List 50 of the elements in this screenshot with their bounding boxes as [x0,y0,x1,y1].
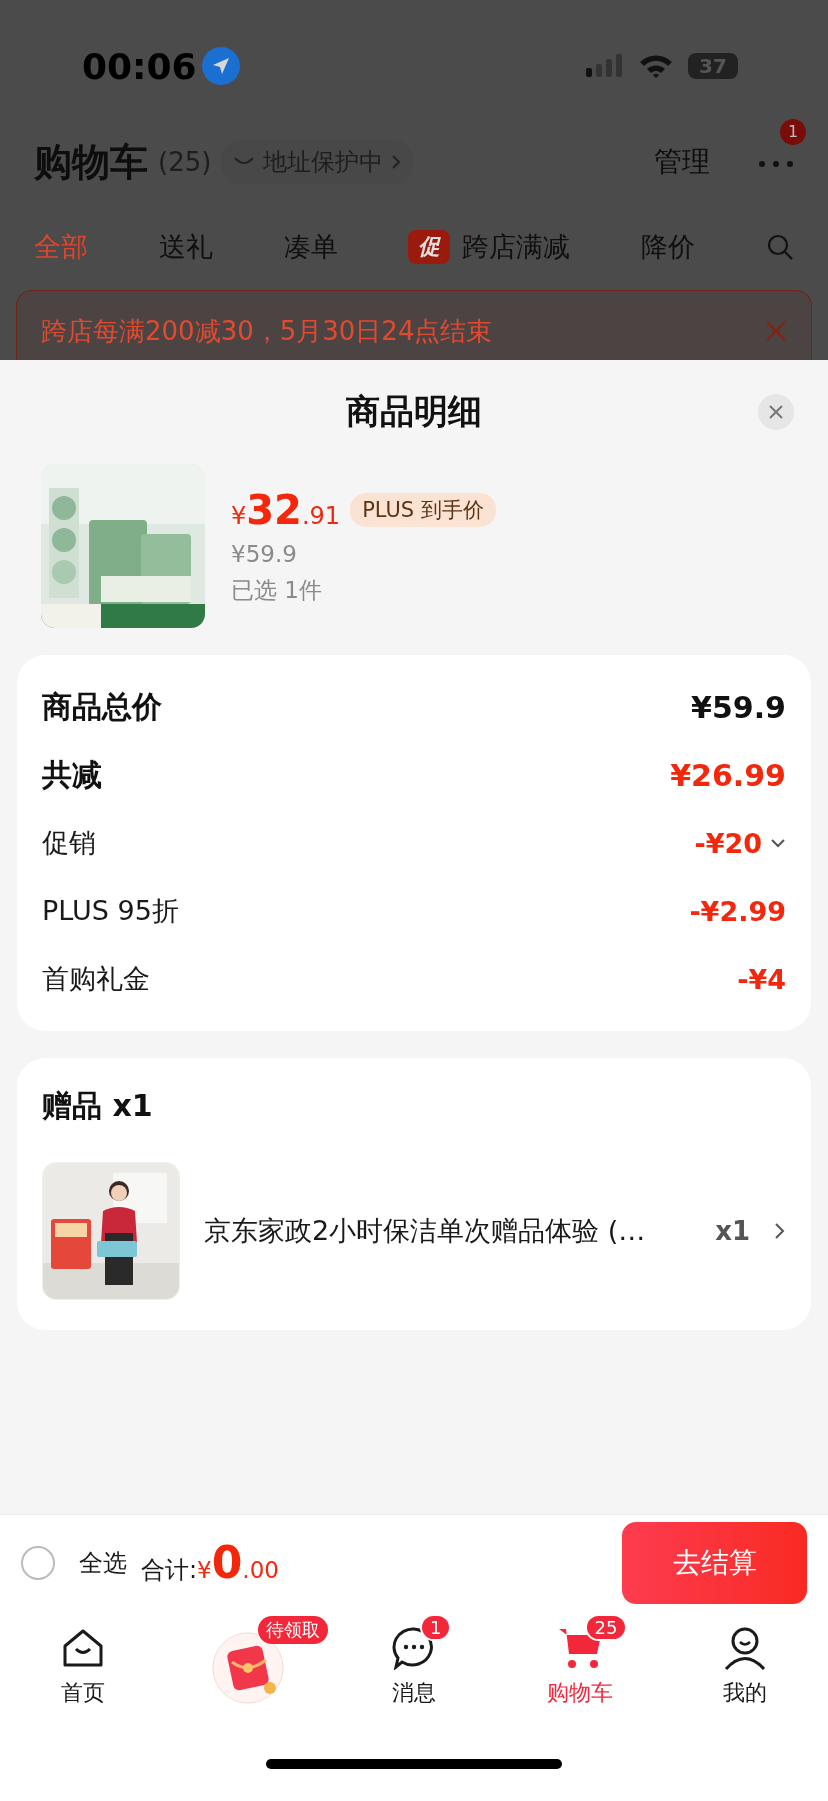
summary-value: -¥2.99 [689,895,786,927]
gift-quantity: x1 [715,1216,750,1246]
total-price: 合计:¥0.00 [141,1537,279,1588]
chevron-right-icon [391,154,402,170]
count-badge: 1 [420,1614,452,1641]
select-all-label: 全选 [79,1547,127,1579]
home-indicator[interactable] [266,1758,562,1769]
more-icon[interactable] [758,159,794,168]
filter-tab[interactable]: 促 跨店满减 [408,229,571,265]
notification-badge: 1 [780,118,806,145]
search-icon[interactable] [766,233,794,261]
filter-tab[interactable]: 降价 [641,229,696,265]
chevron-down-icon[interactable] [770,838,786,848]
plus-price: ¥32.91 [231,486,341,533]
summary-label: 商品总价 [42,687,163,726]
claim-badge: 待领取 [257,1616,328,1644]
filter-tab[interactable]: 全部 [34,229,88,265]
tab-bar-label[interactable]: 购物车 [546,1678,613,1708]
manage-button[interactable]: 管理 [654,143,710,181]
promo-tag: 促 [408,230,451,264]
tab-bar-label[interactable]: 消息 [392,1678,436,1708]
clock-time: 00:06 [82,45,197,87]
summary-value: -¥20 [694,827,762,859]
page-title: 购物车 [34,138,148,186]
chevron-right-icon[interactable] [774,1222,786,1240]
summary-label: 共减 [42,755,103,794]
plus-price-badge: PLUS 到手价 [350,492,496,527]
summary-value: ¥26.99 [670,757,786,793]
original-price: ¥59.9 [231,540,298,567]
summary-value: -¥4 [737,963,786,995]
tab-bar-label[interactable]: 首页 [60,1678,105,1708]
selected-count: 已选 1件 [231,575,323,605]
filter-tab[interactable]: 凑单 [283,229,338,265]
gift-name: 京东家政2小时保洁单次赠品体验 (… [204,1214,647,1248]
person-icon[interactable] [723,1626,768,1670]
wifi-icon [638,53,674,79]
checkout-button[interactable]: 去结算 [622,1521,807,1604]
select-all-checkbox[interactable] [21,1545,55,1580]
summary-label: 促销 [42,826,97,860]
sheet-title: 商品明细 [346,390,482,433]
summary-label: 首购礼金 [42,962,151,996]
tab-bar-label[interactable]: 我的 [723,1678,768,1708]
signal-icon [584,53,624,79]
promo-banner-text: 跨店每满200减30，5月30日24点结束 [41,314,493,348]
close-icon[interactable] [758,394,794,430]
filter-tab[interactable]: 送礼 [158,229,213,265]
summary-label: PLUS 95折 [42,894,180,928]
gift-heading: 赠品 x1 [42,1087,154,1125]
count-badge: 25 [584,1614,628,1641]
summary-value: ¥59.9 [691,689,786,725]
